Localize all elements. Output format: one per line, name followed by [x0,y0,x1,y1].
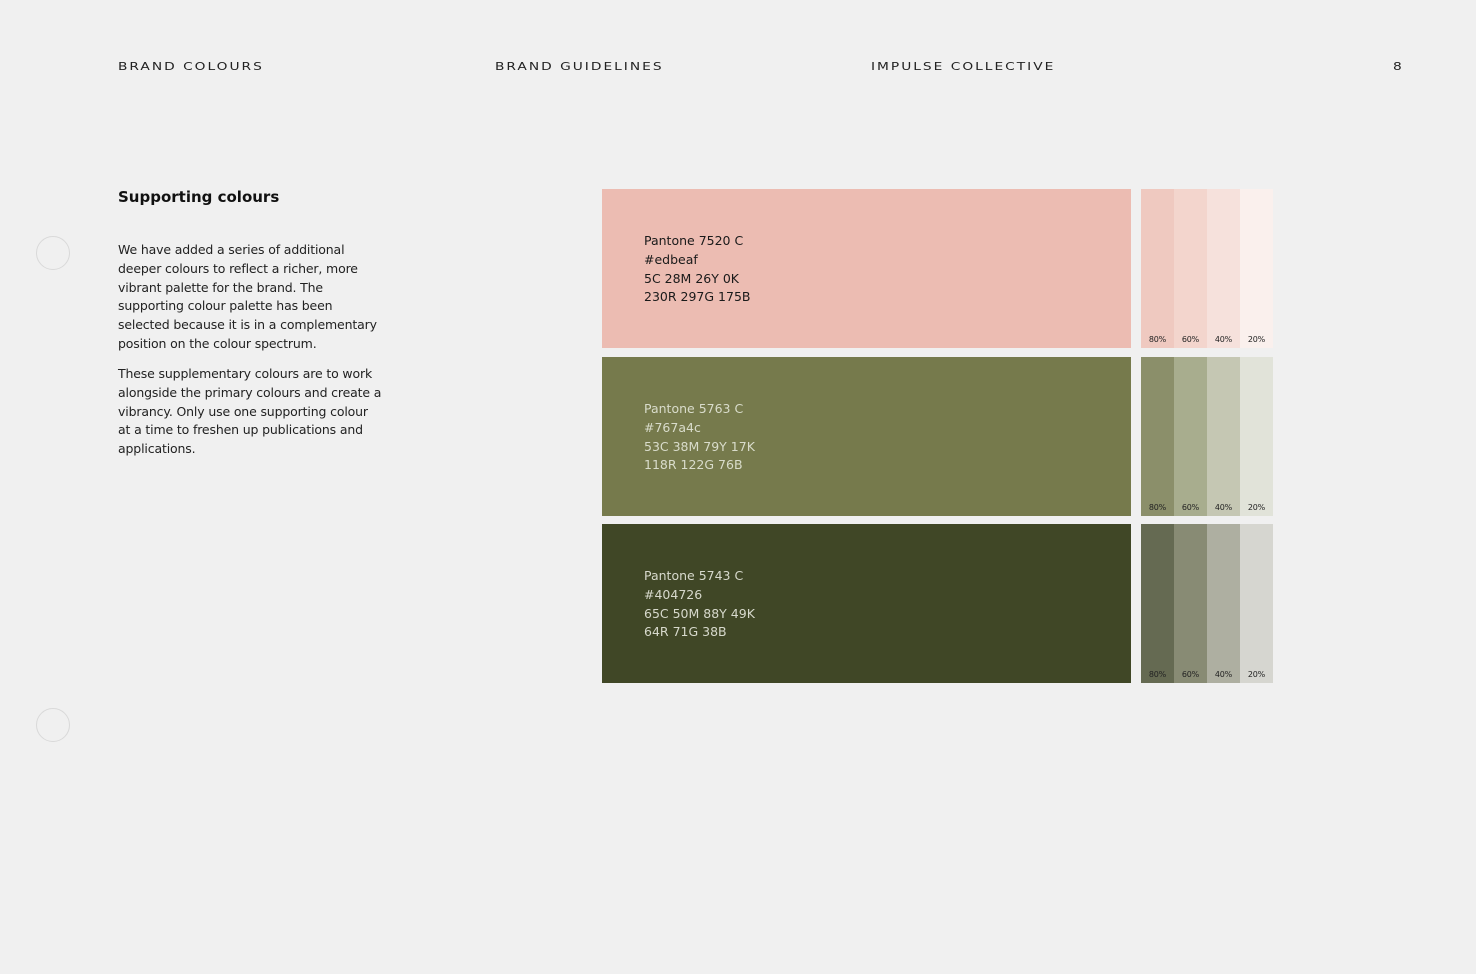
document-title: BRAND GUIDELINES [495,60,664,73]
usage-paragraph: These supplementary colours are to work … [118,366,382,457]
tint-strip: 80% 60% 40% 20% [1141,189,1273,348]
tint-label: 60% [1181,670,1200,679]
tint-label: 20% [1247,670,1266,679]
cmyk-values: 53C 38M 79Y 17K [644,438,755,454]
intro-paragraph: We have added a series of additional dee… [118,242,377,351]
tint-80: 80% [1141,189,1174,348]
next-page-circle-icon[interactable] [36,708,70,742]
pantone-code: Pantone 5743 C [644,568,744,583]
rgb-values: 118R 122G 76B [644,457,743,473]
tint-strip: 80% 60% 40% 20% [1141,524,1273,683]
tint-label: 80% [1148,503,1167,512]
company-name: IMPULSE COLLECTIVE [871,60,1056,73]
tint-40: 40% [1207,189,1240,348]
page-title: Supporting colours [118,188,280,206]
page-number: 8 [1393,60,1404,73]
tint-label: 60% [1181,503,1200,512]
tint-label: 40% [1214,335,1233,344]
colour-swatch: Pantone 5743 C #404726 65C 50M 88Y 49K 6… [602,524,1131,683]
swatch-specs: Pantone 5743 C #404726 65C 50M 88Y 49K 6… [644,567,755,642]
swatch-specs: Pantone 5763 C #767a4c 53C 38M 79Y 17K 1… [644,400,755,475]
tint-label: 40% [1214,503,1233,512]
tint-label: 20% [1247,335,1266,344]
hex-code: #404726 [644,586,703,602]
rgb-values: 64R 71G 38B [644,624,727,640]
tint-20: 20% [1240,357,1273,516]
tint-60: 60% [1174,524,1207,683]
tint-20: 20% [1240,189,1273,348]
section-heading: BRAND COLOURS [118,60,264,73]
tint-40: 40% [1207,357,1240,516]
cmyk-values: 5C 28M 26Y 0K [644,270,739,286]
swatch-specs: Pantone 7520 C #edbeaf 5C 28M 26Y 0K 230… [644,232,750,307]
tint-label: 80% [1148,335,1167,344]
pantone-code: Pantone 5763 C [644,401,744,416]
tint-label: 40% [1214,670,1233,679]
tint-label: 20% [1247,503,1266,512]
colour-swatch: Pantone 5763 C #767a4c 53C 38M 79Y 17K 1… [602,357,1131,516]
colour-swatch: Pantone 7520 C #edbeaf 5C 28M 26Y 0K 230… [602,189,1131,348]
tint-strip: 80% 60% 40% 20% [1141,357,1273,516]
tint-60: 60% [1174,357,1207,516]
pantone-code: Pantone 7520 C [644,233,744,248]
tint-80: 80% [1141,524,1174,683]
tint-40: 40% [1207,524,1240,683]
hex-code: #edbeaf [644,251,698,267]
previous-page-circle-icon[interactable] [36,236,70,270]
tint-60: 60% [1174,189,1207,348]
rgb-values: 230R 297G 175B [644,289,751,305]
tint-label: 80% [1148,670,1167,679]
cmyk-values: 65C 50M 88Y 49K [644,605,755,621]
tint-label: 60% [1181,335,1200,344]
tint-20: 20% [1240,524,1273,683]
tint-80: 80% [1141,357,1174,516]
hex-code: #767a4c [644,419,701,435]
